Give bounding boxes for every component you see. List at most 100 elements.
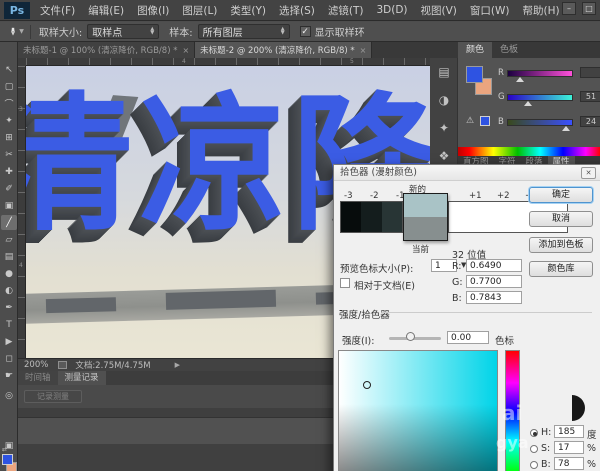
brightness-radio[interactable] [530, 461, 538, 469]
minimize-button[interactable]: – [562, 2, 576, 15]
g-slider-thumb[interactable] [524, 101, 532, 106]
foreground-color-swatch[interactable] [2, 454, 13, 465]
effects-panel-icon[interactable]: ✦ [434, 118, 454, 138]
pen-tool[interactable]: ✒ [1, 300, 17, 315]
type-tool[interactable]: T [1, 317, 17, 332]
options-bar: ✒ ▼ 取样大小: 取样点 样本: 所有图层 ✓ 显示取样环 [0, 22, 600, 42]
g-value-field[interactable]: 51 [580, 91, 600, 102]
marquee-tool[interactable]: ▢ [1, 79, 17, 94]
zoom-tool[interactable]: ◎ [1, 388, 17, 403]
healing-brush-tool[interactable]: ✚ [1, 164, 17, 179]
color-field-marker[interactable] [363, 381, 371, 389]
sample-dropdown[interactable]: 所有图层 [198, 24, 290, 39]
menu-layer[interactable]: 图层(L) [182, 3, 217, 18]
tool-preset-arrow-icon[interactable]: ▼ [19, 28, 24, 35]
relative-to-document-checkbox[interactable] [340, 278, 350, 288]
menu-image[interactable]: 图像(I) [137, 3, 169, 18]
magic-wand-tool[interactable]: ✦ [1, 113, 17, 128]
exposure-cell[interactable] [382, 202, 402, 232]
r-slider[interactable] [507, 70, 573, 77]
brush-tool[interactable]: ✐ [1, 181, 17, 196]
gamut-warning-icon[interactable]: ⚠ [466, 116, 474, 126]
menu-help[interactable]: 帮助(H) [523, 3, 560, 18]
hue-field[interactable]: 185 [554, 425, 584, 438]
styles-panel-icon[interactable]: ▤ [434, 62, 454, 82]
brush-panel-icon[interactable]: ❖ [434, 146, 454, 166]
g32-field[interactable]: 0.7700 [466, 275, 522, 288]
menu-view[interactable]: 视图(V) [421, 3, 457, 18]
show-ring-checkbox[interactable]: ✓ [300, 26, 311, 37]
status-arrow-icon[interactable]: ▶ [175, 361, 180, 369]
menu-type[interactable]: 类型(Y) [230, 3, 266, 18]
saturation-radio[interactable] [530, 445, 538, 453]
intensity-slider-thumb[interactable] [406, 332, 415, 341]
current-color-label: 当前 [412, 243, 429, 255]
eyedropper-icon[interactable]: ✒ [6, 27, 19, 36]
gamut-color-swatch[interactable] [480, 116, 490, 126]
tab-color[interactable]: 颜色 [458, 42, 492, 58]
quick-mask-icon[interactable]: ▣ [1, 438, 17, 453]
r-slider-thumb[interactable] [516, 77, 524, 82]
tab-untitled-1[interactable]: 未标题-1 @ 100% (清凉降价, RGB/8) * × [18, 42, 195, 58]
menu-select[interactable]: 选择(S) [279, 3, 315, 18]
menu-filter[interactable]: 滤镜(T) [328, 3, 364, 18]
g-slider[interactable] [507, 94, 573, 101]
cancel-button[interactable]: 取消 [529, 211, 593, 227]
hue-radio[interactable] [530, 429, 538, 437]
exposure-cell[interactable] [341, 202, 361, 232]
foreground-color-swatch[interactable] [466, 66, 483, 83]
intensity-field[interactable]: 0.00 [447, 331, 489, 344]
b-value-field[interactable]: 24 [580, 116, 600, 127]
blur-tool[interactable]: ● [1, 266, 17, 281]
lasso-tool[interactable]: ⌒ [1, 96, 17, 111]
slice-tool[interactable]: ✂ [1, 147, 17, 162]
ok-button[interactable]: 确定 [529, 187, 593, 203]
b-slider[interactable] [507, 119, 573, 126]
menu-file[interactable]: 文件(F) [40, 3, 75, 18]
adjustments-panel-icon[interactable]: ◑ [434, 90, 454, 110]
add-to-swatches-button[interactable]: 添加到色板 [529, 237, 593, 253]
move-tool[interactable]: ↖ [1, 62, 17, 77]
brightness-field[interactable]: 78 [554, 457, 584, 470]
intensity-slider[interactable] [389, 337, 441, 340]
intensity-label: 强度(I): [342, 333, 374, 347]
tab-close-icon[interactable]: × [182, 46, 189, 55]
eyedropper-tool[interactable]: ╱ [1, 215, 17, 230]
r32-label: R: [452, 261, 462, 272]
clone-stamp-tool[interactable]: ▣ [1, 198, 17, 213]
r32-field[interactable]: 0.6490 [466, 259, 522, 272]
zoom-level[interactable]: 200% [24, 360, 48, 370]
dodge-tool[interactable]: ◐ [1, 283, 17, 298]
exposure-cell[interactable] [361, 202, 381, 232]
current-color-swatch[interactable] [404, 217, 447, 240]
r-value-field[interactable] [580, 67, 600, 78]
tab-timeline[interactable]: 时间轴 [18, 371, 58, 385]
saturation-field[interactable]: 17 [554, 441, 584, 454]
color-library-button[interactable]: 颜色库 [529, 261, 593, 277]
saturation-brightness-field[interactable] [338, 350, 498, 471]
tab-untitled-2[interactable]: 未标题-2 @ 200% (清凉降价, RGB/8) * × [195, 42, 372, 58]
dialog-title[interactable]: 拾色器 (漫射颜色) [334, 165, 600, 181]
hand-tool[interactable]: ☛ [1, 368, 17, 383]
tools-panel: ↖ ▢ ⌒ ✦ ⊞ ✂ ✚ ✐ ▣ ╱ ▱ ▤ ● ◐ ✒ T ▶ ◻ ☛ ◎ … [0, 42, 18, 471]
menu-window[interactable]: 窗口(W) [470, 3, 510, 18]
tab-measurement-log[interactable]: 测量记录 [58, 371, 106, 385]
exposure-strip-dark[interactable] [340, 201, 403, 233]
dialog-close-icon[interactable]: ✕ [581, 167, 596, 179]
shape-tool[interactable]: ◻ [1, 351, 17, 366]
sample-size-dropdown[interactable]: 取样点 [87, 24, 159, 39]
tab-close-icon[interactable]: × [360, 46, 367, 55]
b32-label: B: [452, 293, 462, 304]
eraser-tool[interactable]: ▱ [1, 232, 17, 247]
gradient-tool[interactable]: ▤ [1, 249, 17, 264]
menu-edit[interactable]: 编辑(E) [88, 3, 124, 18]
b32-field[interactable]: 0.7843 [466, 291, 522, 304]
ground-shadow [166, 290, 276, 310]
menu-3d[interactable]: 3D(D) [376, 4, 407, 16]
tab-swatches[interactable]: 色板 [492, 42, 526, 58]
crop-tool[interactable]: ⊞ [1, 130, 17, 145]
path-selection-tool[interactable]: ▶ [1, 334, 17, 349]
record-measurements-button[interactable]: 记录测量 [24, 390, 82, 403]
maximize-button[interactable]: □ [582, 2, 596, 15]
b-slider-thumb[interactable] [562, 126, 570, 131]
